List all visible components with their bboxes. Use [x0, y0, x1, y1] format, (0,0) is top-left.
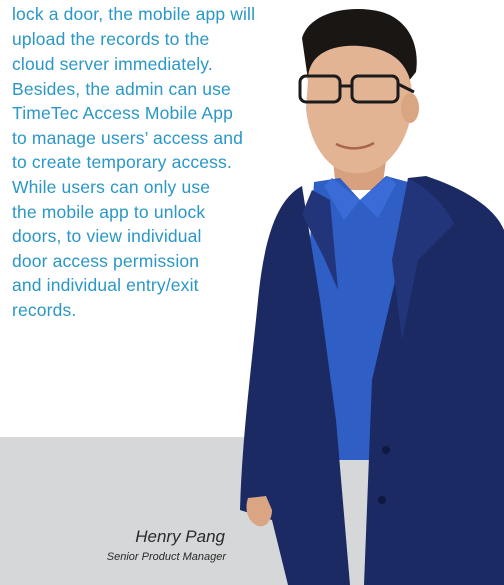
jacket-button: [382, 446, 390, 454]
jacket-button: [378, 496, 386, 504]
article-line: to create temporary access.: [12, 152, 232, 172]
attribution-title: Senior Product Manager: [106, 551, 226, 563]
article-line: Besides, the admin can use: [12, 79, 231, 99]
article-line: records.: [12, 300, 77, 320]
article-line: doors, to view individual: [12, 226, 202, 246]
article-line: to manage users’ access and: [12, 128, 244, 148]
article-line: While users can only use: [12, 177, 211, 197]
article-line: upload the records to the: [12, 29, 210, 49]
article-line: door access permission: [12, 251, 200, 271]
face: [306, 45, 413, 174]
article-line: and individual entry/exit: [12, 275, 199, 295]
portrait-photo: [240, 9, 504, 585]
ear: [401, 93, 419, 123]
attribution-name: Henry Pang: [135, 527, 225, 546]
article-line: cloud server immediately.: [12, 54, 213, 74]
article-line: TimeTec Access Mobile App: [12, 103, 233, 123]
article-line: lock a door, the mobile app will: [12, 4, 256, 24]
article-line: the mobile app to unlock: [12, 202, 206, 222]
